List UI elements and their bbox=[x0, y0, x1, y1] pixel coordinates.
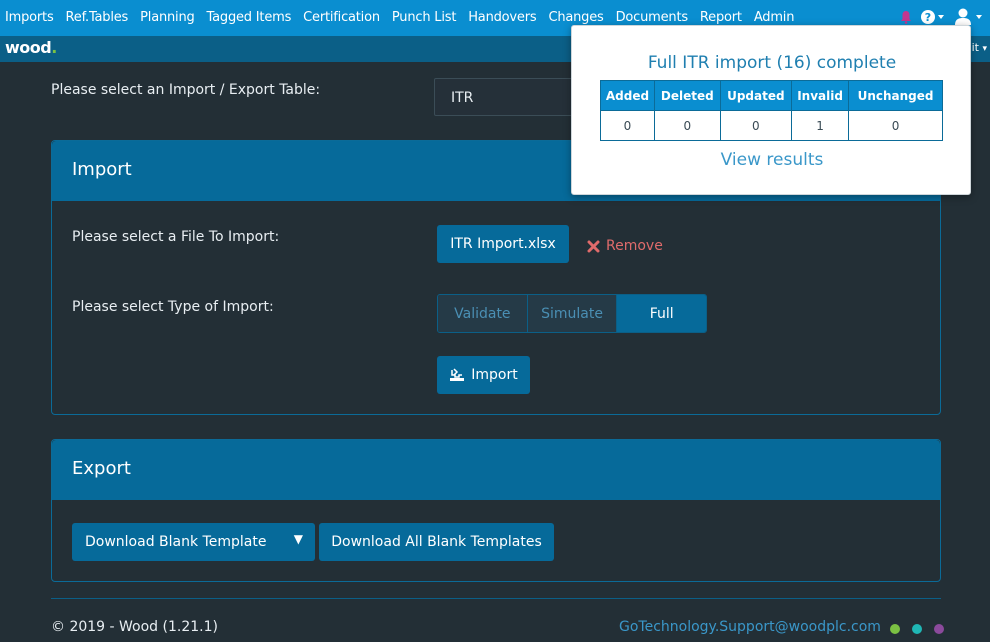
import-type-toggle: Validate Simulate Full bbox=[437, 294, 707, 333]
download-blank-template-button[interactable]: Download Blank Template ▼ bbox=[72, 523, 315, 561]
import-panel-title: Import bbox=[72, 159, 132, 180]
remove-file-button[interactable]: Remove bbox=[587, 238, 663, 254]
nav-item-imports[interactable]: Imports bbox=[5, 10, 54, 25]
nav-item-report[interactable]: Report bbox=[700, 10, 742, 25]
nav-item-documents[interactable]: Documents bbox=[616, 10, 689, 25]
table-select-label: Please select an Import / Export Table: bbox=[51, 82, 321, 98]
logo-text: wood bbox=[5, 38, 52, 57]
brand-dots bbox=[890, 624, 944, 634]
logo-dot: . bbox=[51, 38, 57, 57]
nav-item-ref-tables[interactable]: Ref.Tables bbox=[66, 10, 129, 25]
footer-divider bbox=[51, 598, 941, 599]
col-updated: Updated bbox=[719, 80, 793, 111]
nav-item-planning[interactable]: Planning bbox=[140, 10, 195, 25]
teal-dot-icon bbox=[912, 624, 922, 634]
support-email-link[interactable]: GoTechnology.Support@woodplc.com bbox=[619, 619, 881, 635]
results-table: Added Deleted Updated Invalid Unchanged … bbox=[600, 80, 943, 141]
nav-item-changes[interactable]: Changes bbox=[548, 10, 603, 25]
view-results-link[interactable]: View results bbox=[572, 150, 972, 170]
table-row: 0 0 0 1 0 bbox=[600, 110, 943, 141]
import-button-label: Import bbox=[471, 367, 518, 383]
nav-item-certification[interactable]: Certification bbox=[303, 10, 380, 25]
nav-item-punch-list[interactable]: Punch List bbox=[392, 10, 457, 25]
value-unchanged: 0 bbox=[848, 110, 943, 141]
table-header-row: Added Deleted Updated Invalid Unchanged bbox=[600, 80, 943, 111]
purple-dot-icon bbox=[934, 624, 944, 634]
close-icon bbox=[587, 240, 600, 252]
nav-item-admin[interactable]: Admin bbox=[754, 10, 795, 25]
nav-item-handovers[interactable]: Handovers bbox=[468, 10, 536, 25]
col-added: Added bbox=[600, 80, 655, 111]
nav-item-tagged-items[interactable]: Tagged Items bbox=[207, 10, 292, 25]
chevron-down-icon: ▾ bbox=[982, 44, 987, 54]
value-invalid: 1 bbox=[791, 110, 850, 141]
type-label: Please select Type of Import: bbox=[72, 299, 274, 315]
download-blank-label: Download Blank Template bbox=[85, 534, 267, 550]
import-complete-popup: Full ITR import (16) complete Added Dele… bbox=[571, 25, 971, 195]
wood-logo[interactable]: wood. bbox=[5, 38, 57, 57]
svg-text:?: ? bbox=[925, 11, 931, 24]
table-select-value: ITR bbox=[451, 90, 474, 106]
nav-right-icons: ? bbox=[900, 8, 984, 26]
chevron-down-icon[interactable]: ▼ bbox=[294, 532, 303, 546]
green-dot-icon bbox=[890, 624, 900, 634]
bell-icon[interactable] bbox=[900, 10, 912, 24]
subbar-right-menu[interactable]: it ▾ bbox=[972, 41, 987, 54]
popup-title: Full ITR import (16) complete bbox=[647, 53, 897, 73]
col-deleted: Deleted bbox=[653, 80, 721, 111]
type-simulate-button[interactable]: Simulate bbox=[527, 295, 618, 332]
import-button[interactable]: Import bbox=[437, 356, 530, 394]
type-validate-button[interactable]: Validate bbox=[438, 295, 528, 332]
download-all-templates-button[interactable]: Download All Blank Templates bbox=[319, 523, 554, 561]
import-icon bbox=[450, 368, 465, 381]
subbar-right-label: it bbox=[971, 41, 979, 54]
col-unchanged: Unchanged bbox=[848, 80, 943, 111]
type-full-button[interactable]: Full bbox=[617, 295, 706, 332]
copyright: © 2019 - Wood (1.21.1) bbox=[51, 619, 218, 635]
value-added: 0 bbox=[600, 110, 655, 141]
file-label: Please select a File To Import: bbox=[72, 229, 280, 245]
user-icon[interactable] bbox=[954, 8, 984, 26]
export-panel: Export Download Blank Template ▼ Downloa… bbox=[51, 439, 941, 582]
file-select-button[interactable]: ITR Import.xlsx bbox=[437, 225, 569, 263]
value-updated: 0 bbox=[719, 110, 793, 141]
help-icon[interactable]: ? bbox=[920, 9, 946, 25]
value-deleted: 0 bbox=[653, 110, 721, 141]
export-panel-title: Export bbox=[72, 458, 131, 479]
nav-menu: Imports Ref.Tables Planning Tagged Items… bbox=[5, 10, 794, 25]
col-invalid: Invalid bbox=[791, 80, 850, 111]
remove-label: Remove bbox=[606, 238, 663, 254]
export-panel-header: Export bbox=[52, 440, 940, 500]
